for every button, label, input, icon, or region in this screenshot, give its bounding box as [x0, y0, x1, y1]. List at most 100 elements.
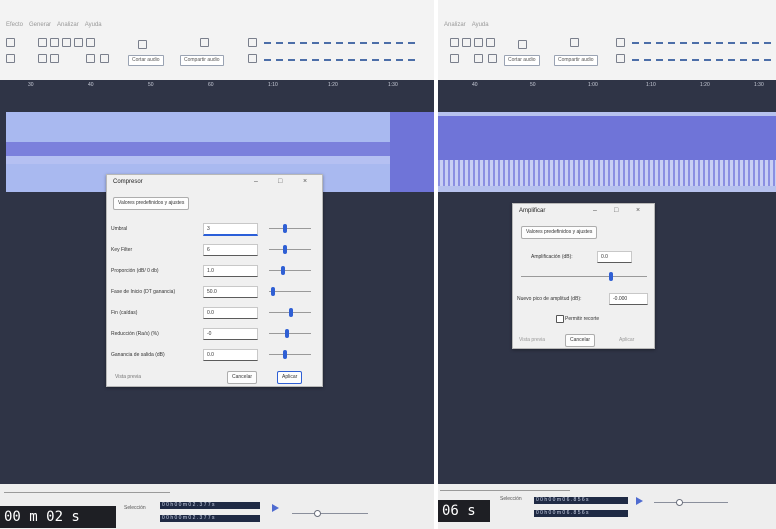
- close-icon[interactable]: ×: [636, 207, 640, 214]
- output-gain-slider[interactable]: [269, 354, 311, 355]
- selection-label: Selección: [124, 505, 146, 511]
- slider-thumb[interactable]: [281, 266, 285, 275]
- play-icon[interactable]: [636, 497, 643, 505]
- zoom-in-icon[interactable]: [38, 38, 47, 47]
- attack-slider[interactable]: [269, 291, 311, 292]
- selection-start-field[interactable]: 0 0 h 0 0 m 0 6 . 8 5 6 s: [534, 497, 628, 504]
- scrollbar[interactable]: [440, 490, 570, 491]
- peak-amplitude-input[interactable]: -0.000: [609, 293, 648, 305]
- selection-end-field[interactable]: 0 0 h 0 0 m 0 6 . 8 5 6 s: [534, 510, 628, 517]
- slider-thumb[interactable]: [283, 350, 287, 359]
- menu-analyze[interactable]: Analizar: [444, 22, 466, 34]
- selection-start-field[interactable]: 0 0 h 0 0 m 0 2 . 3 7 7 s: [160, 502, 260, 509]
- audio-clip[interactable]: [438, 112, 776, 192]
- zoom-out-icon[interactable]: [462, 38, 471, 47]
- timeline-ruler[interactable]: 30 40 50 60 1:10 1:20 1:30: [0, 80, 434, 92]
- record-meter[interactable]: [264, 39, 415, 47]
- slider-thumb[interactable]: [283, 224, 287, 233]
- release-input[interactable]: 0.0: [203, 307, 258, 319]
- silence-icon[interactable]: [50, 54, 59, 63]
- attack-input[interactable]: 50.0: [203, 286, 258, 298]
- maximize-icon[interactable]: □: [278, 178, 282, 185]
- preview-button[interactable]: Vista previa: [115, 374, 141, 380]
- menu-analyze[interactable]: Analizar: [57, 22, 79, 34]
- menu-help[interactable]: Ayuda: [85, 22, 102, 34]
- audio-setup-icon[interactable]: [138, 40, 147, 49]
- fit-project-icon[interactable]: [486, 38, 495, 47]
- key-filter-input[interactable]: 6: [203, 244, 258, 256]
- scrollbar[interactable]: [4, 492, 170, 493]
- playback-speed-slider[interactable]: [654, 502, 728, 503]
- playback-speed-slider[interactable]: [292, 513, 368, 514]
- undo-icon[interactable]: [86, 54, 95, 63]
- maximize-icon[interactable]: □: [614, 207, 618, 214]
- ruler-tick: 50: [530, 82, 536, 88]
- output-gain-input[interactable]: 0.0: [203, 349, 258, 361]
- zoom-out-icon[interactable]: [50, 38, 59, 47]
- playback-meter[interactable]: [632, 56, 771, 64]
- slider-thumb[interactable]: [609, 272, 613, 281]
- ratio-slider[interactable]: [269, 270, 311, 271]
- undo-icon[interactable]: [474, 54, 483, 63]
- threshold-input[interactable]: 3: [203, 223, 258, 236]
- allow-clipping-checkbox[interactable]: [556, 315, 564, 323]
- redo-icon[interactable]: [100, 54, 109, 63]
- time-display[interactable]: 06 s: [438, 500, 490, 522]
- fit-project-icon[interactable]: [74, 38, 83, 47]
- playback-meter[interactable]: [264, 56, 415, 64]
- zoom-toggle-icon[interactable]: [86, 38, 95, 47]
- param-label: Ganancia de salida (dB): [111, 352, 165, 358]
- time-display[interactable]: 00 m 02 s: [0, 506, 116, 528]
- menu-help[interactable]: Ayuda: [472, 22, 489, 34]
- tool-icon[interactable]: [6, 54, 15, 63]
- slider-thumb[interactable]: [289, 308, 293, 317]
- reduction-slider[interactable]: [269, 333, 311, 334]
- trim-icon[interactable]: [38, 54, 47, 63]
- share-audio-icon[interactable]: [570, 38, 579, 47]
- cancel-button[interactable]: Cancelar: [227, 371, 258, 384]
- menu-effect[interactable]: Efecto: [6, 22, 23, 34]
- amplification-input[interactable]: 0.0: [597, 251, 632, 263]
- close-icon[interactable]: ×: [303, 178, 307, 185]
- ruler-tick: 1:30: [754, 82, 764, 88]
- ruler-tick: 1:30: [388, 82, 398, 88]
- ruler-tick: 1:20: [328, 82, 338, 88]
- selection-end-field[interactable]: 0 0 h 0 0 m 0 2 . 3 7 7 s: [160, 515, 260, 522]
- minimize-icon[interactable]: –: [254, 178, 258, 185]
- trim-audio-button[interactable]: Cortar audio: [504, 55, 540, 66]
- apply-button[interactable]: Aplicar: [619, 337, 634, 343]
- key-filter-slider[interactable]: [269, 249, 311, 250]
- trim-audio-button[interactable]: Cortar audio: [128, 55, 164, 66]
- ratio-input[interactable]: 1.0: [203, 265, 258, 277]
- threshold-slider[interactable]: [269, 228, 311, 229]
- slider-knob[interactable]: [676, 499, 683, 506]
- redo-icon[interactable]: [488, 54, 497, 63]
- slider-thumb[interactable]: [271, 287, 275, 296]
- presets-button[interactable]: Valores predefinidos y ajustes: [521, 226, 598, 239]
- preview-button[interactable]: Vista previa: [519, 337, 545, 343]
- zoom-in-icon[interactable]: [450, 38, 459, 47]
- trim-icon[interactable]: [450, 54, 459, 63]
- menu-generate[interactable]: Generar: [29, 22, 51, 34]
- apply-button[interactable]: Aplicar: [277, 371, 303, 384]
- tool-icon[interactable]: [6, 38, 15, 47]
- minimize-icon[interactable]: –: [593, 207, 597, 214]
- ruler-tick: 1:10: [268, 82, 278, 88]
- slider-thumb[interactable]: [285, 329, 289, 338]
- share-audio-button[interactable]: Compartir audio: [180, 55, 224, 66]
- peak-amplitude-label: Nuevo pico de amplitud (dB):: [517, 296, 582, 302]
- play-icon[interactable]: [272, 504, 279, 512]
- slider-knob[interactable]: [314, 510, 321, 517]
- cancel-button[interactable]: Cancelar: [565, 334, 596, 347]
- fit-selection-icon[interactable]: [474, 38, 483, 47]
- timeline-ruler[interactable]: 40 50 1:00 1:10 1:20 1:30: [438, 80, 776, 92]
- presets-button[interactable]: Valores predefinidos y ajustes: [113, 197, 190, 210]
- slider-thumb[interactable]: [283, 245, 287, 254]
- fit-selection-icon[interactable]: [62, 38, 71, 47]
- audio-setup-icon[interactable]: [518, 40, 527, 49]
- reduction-input[interactable]: -0: [203, 328, 258, 340]
- share-audio-button[interactable]: Compartir audio: [554, 55, 598, 66]
- amplification-slider[interactable]: [521, 276, 647, 277]
- record-meter[interactable]: [632, 39, 771, 47]
- share-audio-icon[interactable]: [200, 38, 209, 47]
